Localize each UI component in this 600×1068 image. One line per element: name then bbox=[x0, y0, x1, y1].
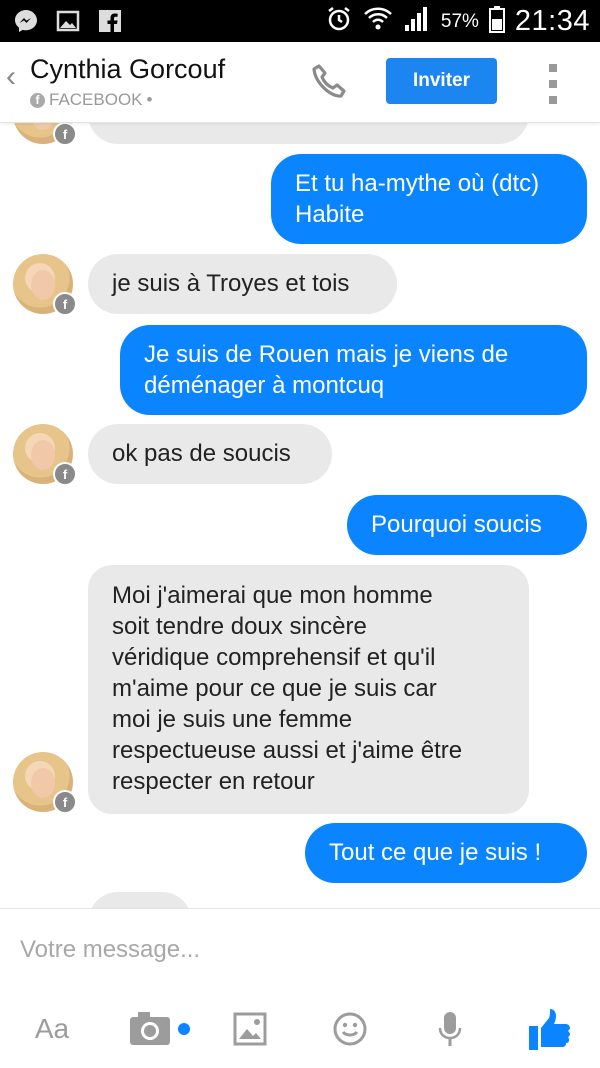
message-text: Pourquoi soucis bbox=[371, 511, 542, 538]
message-input[interactable] bbox=[18, 929, 582, 971]
message-list[interactable]: f toi Et tu ha-mythe où (dtc) Habite f j… bbox=[0, 122, 600, 908]
signal-icon bbox=[403, 5, 431, 38]
incoming-message[interactable]: Moi j'aimerai que mon homme soit tendre … bbox=[88, 565, 529, 814]
message-line: Habite bbox=[295, 201, 365, 228]
outgoing-message[interactable]: Je suis de Rouen mais je viens de déména… bbox=[120, 325, 587, 415]
message-text: je suis à Troyes et tois bbox=[112, 270, 350, 297]
outgoing-message[interactable]: Et tu ha-mythe où (dtc) Habite bbox=[271, 154, 587, 244]
battery-percent: 57% bbox=[440, 10, 479, 32]
composer-toolbar: Aa bbox=[0, 1004, 600, 1054]
subtitle-dot: • bbox=[146, 90, 153, 109]
outgoing-message[interactable]: Pourquoi soucis bbox=[347, 495, 587, 555]
camera-icon[interactable] bbox=[128, 1004, 194, 1054]
wifi-icon bbox=[363, 5, 393, 38]
contact-subtitle: f FACEBOOK • bbox=[30, 90, 152, 110]
avatar[interactable]: f bbox=[13, 122, 77, 146]
message-text: ok pas de soucis bbox=[112, 440, 291, 467]
facebook-small-icon: f bbox=[30, 92, 45, 108]
status-bar: 57% 21:34 bbox=[0, 0, 600, 42]
avatar[interactable]: f bbox=[13, 424, 77, 486]
clock: 21:34 bbox=[514, 5, 590, 37]
incoming-message-partial[interactable] bbox=[88, 892, 192, 908]
message-line: véridique comprehensif et qu'il bbox=[112, 644, 436, 671]
avatar[interactable]: f bbox=[13, 254, 77, 316]
message-line: déménager à montcuq bbox=[144, 372, 385, 399]
message-line: m'aime pour ce que je suis car bbox=[112, 675, 437, 702]
invite-button[interactable]: Inviter bbox=[386, 58, 497, 104]
messenger-icon bbox=[12, 7, 40, 35]
emoji-icon[interactable] bbox=[331, 1004, 369, 1054]
phone-call-icon[interactable] bbox=[310, 62, 350, 102]
more-options-icon[interactable] bbox=[546, 64, 560, 104]
conversation-header: ‹ Cynthia Gorcouf f FACEBOOK • Inviter bbox=[0, 42, 600, 123]
battery-icon bbox=[488, 5, 505, 38]
thumbs-up-icon[interactable] bbox=[526, 1004, 574, 1054]
facebook-badge-icon: f bbox=[53, 122, 77, 146]
image-icon[interactable] bbox=[232, 1004, 268, 1054]
facebook-badge-icon: f bbox=[53, 790, 77, 814]
message-text: toi bbox=[112, 122, 137, 130]
message-line: respecter en retour bbox=[112, 768, 315, 795]
facebook-badge-icon: f bbox=[53, 462, 77, 486]
outgoing-message[interactable]: Tout ce que je suis ! bbox=[305, 823, 587, 883]
avatar[interactable]: f bbox=[13, 752, 77, 814]
message-line: soit tendre doux sincère bbox=[112, 613, 367, 640]
back-chevron-icon[interactable]: ‹ bbox=[6, 60, 16, 94]
text-format-button[interactable]: Aa bbox=[30, 1004, 74, 1054]
gallery-icon bbox=[54, 7, 82, 35]
composer: Aa bbox=[0, 908, 600, 1068]
message-text: Tout ce que je suis ! bbox=[329, 839, 542, 866]
incoming-message[interactable]: je suis à Troyes et tois bbox=[88, 254, 397, 314]
microphone-icon[interactable] bbox=[437, 1004, 463, 1054]
alarm-icon bbox=[325, 5, 353, 38]
incoming-message[interactable]: ok pas de soucis bbox=[88, 424, 332, 484]
incoming-message[interactable]: toi bbox=[88, 122, 529, 144]
facebook-badge-icon: f bbox=[53, 292, 77, 316]
facebook-icon bbox=[96, 7, 124, 35]
message-line: Je suis de Rouen mais je viens de bbox=[144, 341, 509, 368]
message-line: moi je suis une femme bbox=[112, 706, 353, 733]
message-line: Moi j'aimerai que mon homme bbox=[112, 582, 433, 609]
message-line: Et tu ha-mythe où (dtc) bbox=[295, 170, 540, 197]
message-line: respectueuse aussi et j'aime être bbox=[112, 737, 463, 764]
contact-name[interactable]: Cynthia Gorcouf bbox=[30, 54, 225, 85]
subtitle-text: FACEBOOK bbox=[49, 90, 143, 109]
